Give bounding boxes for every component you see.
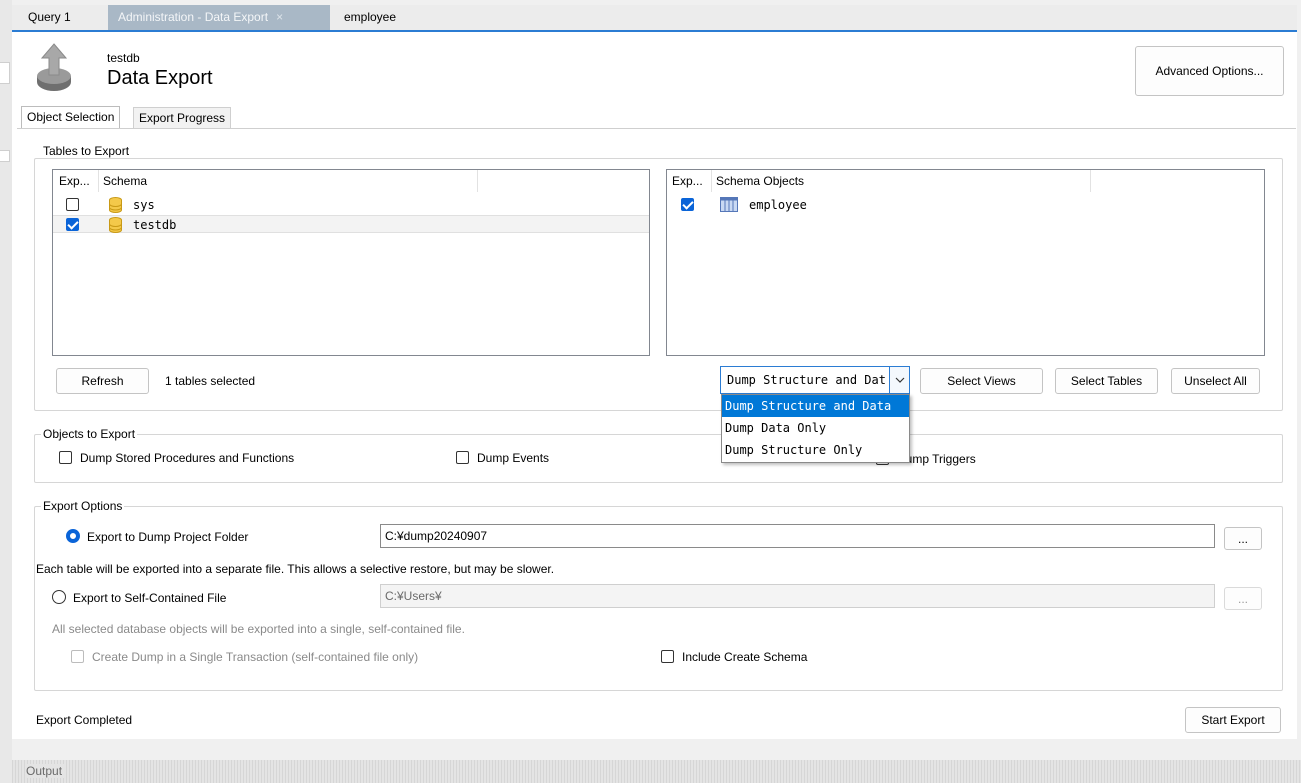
output-panel-bar[interactable]: Output (12, 760, 1301, 783)
dump-stored-procedures-label: Dump Stored Procedures and Functions (80, 451, 295, 465)
dump-option-structure-and-data[interactable]: Dump Structure and Data (722, 395, 909, 417)
chevron-down-icon[interactable] (889, 367, 909, 393)
file-export-note: All selected database objects will be ex… (52, 622, 465, 636)
sidebar-nub (0, 62, 10, 84)
export-to-folder-radio[interactable] (66, 529, 80, 543)
refresh-button[interactable]: Refresh (56, 368, 149, 394)
file-path-input[interactable]: C:¥Users¥ (380, 584, 1215, 608)
unselect-all-button[interactable]: Unselect All (1171, 368, 1260, 394)
left-sidebar-edge (0, 0, 12, 783)
sidebar-nub (0, 150, 10, 162)
tab-object-selection[interactable]: Object Selection (21, 106, 121, 129)
export-to-folder-label: Export to Dump Project Folder (87, 530, 249, 544)
export-options-label: Export Options (41, 499, 125, 513)
browse-file-button[interactable]: ... (1224, 587, 1262, 610)
database-name: testdb (107, 51, 140, 65)
folder-export-note: Each table will be exported into a separ… (36, 562, 555, 576)
database-icon (109, 197, 122, 213)
tab-divider (17, 128, 1296, 129)
export-status: Export Completed (36, 713, 133, 727)
export-to-file-label: Export to Self-Contained File (73, 591, 227, 605)
select-views-button[interactable]: Select Views (920, 368, 1043, 394)
tab-employee[interactable]: employee (334, 5, 406, 30)
objects-to-export-label: Objects to Export (41, 427, 138, 441)
single-transaction-checkbox[interactable] (71, 650, 84, 663)
schema-objects-list[interactable]: Exp... Schema Objects employee (666, 169, 1265, 356)
column-header-schema[interactable]: Schema (103, 170, 478, 192)
dump-events-checkbox[interactable] (456, 451, 469, 464)
dump-mode-dropdown[interactable]: Dump Structure and Data Dump Data Only D… (721, 394, 910, 463)
dump-option-data-only[interactable]: Dump Data Only (722, 417, 909, 439)
tables-to-export-label: Tables to Export (41, 144, 132, 158)
select-tables-button[interactable]: Select Tables (1055, 368, 1158, 394)
dump-events-label: Dump Events (477, 451, 550, 465)
start-export-button[interactable]: Start Export (1185, 707, 1281, 733)
single-transaction-label: Create Dump in a Single Transaction (sel… (92, 650, 419, 664)
tables-selected-count: 1 tables selected (165, 374, 256, 388)
schema-name: testdb (133, 218, 177, 232)
close-icon[interactable]: × (276, 10, 283, 24)
column-header-export[interactable]: Exp... (59, 170, 99, 192)
page-title: Data Export (107, 67, 213, 89)
tab-export-progress[interactable]: Export Progress (133, 107, 232, 129)
schema-name: sys (133, 198, 155, 212)
schema-row-testdb[interactable]: testdb (53, 215, 649, 233)
editor-tab-bar: Query 1 Administration - Data Export × em… (12, 5, 1297, 32)
output-label: Output (26, 764, 67, 778)
schema-list[interactable]: Exp... Schema sys testdb (52, 169, 650, 356)
dump-mode-value: Dump Structure and Dat (727, 373, 886, 387)
column-header-schema-objects[interactable]: Schema Objects (716, 170, 1091, 192)
object-name: employee (749, 198, 807, 212)
schema-row-sys[interactable]: sys (53, 196, 649, 214)
dump-option-structure-only[interactable]: Dump Structure Only (722, 439, 909, 461)
folder-path-input[interactable]: C:¥dump20240907 (380, 524, 1215, 548)
table-icon (720, 197, 738, 212)
tab-query-1[interactable]: Query 1 (18, 5, 81, 30)
export-icon (37, 43, 71, 91)
include-create-schema-checkbox[interactable] (661, 650, 674, 663)
export-checkbox-sys[interactable] (66, 198, 79, 211)
include-create-schema-label: Include Create Schema (682, 650, 808, 664)
object-row-employee[interactable]: employee (667, 196, 1264, 214)
export-checkbox-testdb[interactable] (66, 218, 79, 231)
database-icon (109, 217, 122, 233)
dump-stored-procedures-checkbox[interactable] (59, 451, 72, 464)
column-header-export[interactable]: Exp... (672, 170, 712, 192)
advanced-options-button[interactable]: Advanced Options... (1135, 46, 1284, 96)
export-checkbox-employee[interactable] (681, 198, 694, 211)
export-to-file-radio[interactable] (52, 590, 66, 604)
browse-folder-button[interactable]: ... (1224, 527, 1262, 550)
tab-administration-data-export[interactable]: Administration - Data Export × (108, 5, 330, 30)
dump-mode-select[interactable]: Dump Structure and Dat (720, 366, 910, 394)
